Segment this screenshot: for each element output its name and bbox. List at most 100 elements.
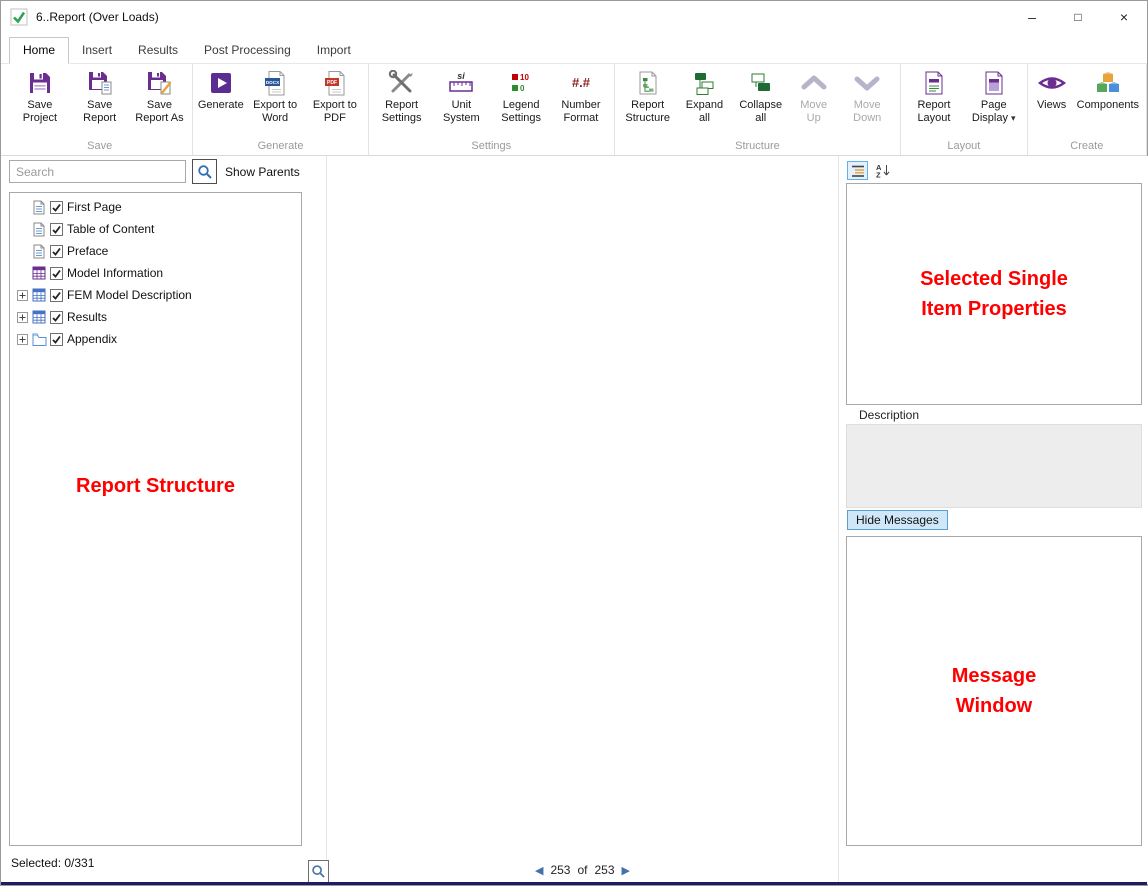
tree-item-appendix[interactable]: Appendix: [10, 328, 301, 350]
expand-all-label: Expand all: [682, 99, 728, 125]
minimize-button[interactable]: –: [1009, 1, 1055, 33]
checkbox[interactable]: [48, 333, 65, 346]
page-of-label: of: [577, 863, 587, 877]
save-report-label: Save Report: [74, 99, 126, 125]
report-layout-icon: [921, 67, 947, 99]
report-settings-button[interactable]: Report Settings: [372, 64, 432, 139]
tree-item-first-page[interactable]: First Page: [10, 196, 301, 218]
tab-home[interactable]: Home: [9, 37, 69, 64]
generate-button[interactable]: Generate: [196, 64, 245, 139]
checkbox[interactable]: [48, 223, 65, 236]
close-button[interactable]: ×: [1101, 1, 1147, 33]
hide-messages-button[interactable]: Hide Messages: [847, 510, 948, 530]
move-down-label: Move Down: [841, 99, 893, 125]
folder-icon: [30, 333, 48, 346]
checkbox[interactable]: [48, 289, 65, 302]
tree-item-results[interactable]: Results: [10, 306, 301, 328]
tree-item-model-information[interactable]: Model Information: [10, 262, 301, 284]
page-display-text: Page Display: [972, 99, 1008, 124]
expand-plus-icon[interactable]: [14, 290, 30, 301]
report-preview-area: ◀ 253 of 253 ▶: [326, 156, 839, 884]
alphabetical-sort-button[interactable]: AZ: [872, 161, 893, 180]
tools-icon: [388, 67, 416, 99]
titlebar: 6..Report (Over Loads) – □ ×: [1, 1, 1147, 33]
svg-text:PDF: PDF: [327, 79, 337, 85]
views-button[interactable]: Views: [1031, 64, 1073, 139]
tab-post-processing[interactable]: Post Processing: [191, 38, 304, 63]
report-layout-button[interactable]: Report Layout: [904, 64, 964, 139]
checkbox[interactable]: [48, 267, 65, 280]
move-up-button[interactable]: Move Up: [790, 64, 837, 139]
save-icon: [27, 67, 53, 99]
checkbox[interactable]: [48, 201, 65, 214]
save-report-button[interactable]: Save Report: [70, 64, 130, 139]
legend-icon: 100: [508, 67, 534, 99]
tab-insert[interactable]: Insert: [69, 38, 125, 63]
page-display-button[interactable]: Page Display ▾: [964, 64, 1024, 139]
search-icon: [197, 164, 213, 180]
group-label-create: Create: [1031, 139, 1143, 155]
components-button[interactable]: Components: [1073, 64, 1143, 139]
selection-status: Selected: 0/331: [11, 856, 94, 870]
search-input[interactable]: [9, 160, 186, 183]
tab-results[interactable]: Results: [125, 38, 191, 63]
message-window: Message Window: [846, 536, 1142, 846]
tree-item-label: Preface: [65, 244, 108, 258]
message-annotation-line1: Message: [952, 661, 1037, 691]
prev-page-icon[interactable]: ◀: [535, 864, 543, 877]
number-format-icon: #.#: [566, 67, 596, 99]
save-report-as-button[interactable]: Save Report As: [130, 64, 190, 139]
table-icon: [30, 288, 48, 302]
app-icon: [10, 8, 28, 26]
group-label-layout: Layout: [904, 139, 1024, 155]
move-down-button[interactable]: Move Down: [837, 64, 897, 139]
unit-system-button[interactable]: si Unit System: [431, 64, 491, 139]
ribbon-tab-row: Home Insert Results Post Processing Impo…: [1, 33, 1147, 64]
save-project-label: Save Project: [14, 99, 66, 125]
move-up-label: Move Up: [794, 99, 833, 125]
word-file-icon: DOCX: [262, 67, 288, 99]
page-current: 253: [550, 863, 570, 877]
dropdown-caret-icon: ▾: [1011, 113, 1016, 123]
number-format-button[interactable]: #.# Number Format: [551, 64, 611, 139]
tree-item-preface[interactable]: Preface: [10, 240, 301, 262]
expand-all-button[interactable]: Expand all: [678, 64, 732, 139]
tree-item-table-of-content[interactable]: Table of Content: [10, 218, 301, 240]
categorized-view-button[interactable]: [847, 161, 868, 180]
window-bottom-edge: [1, 882, 1147, 885]
ribbon-group-layout: Report Layout Page Display ▾ Layout: [901, 64, 1028, 155]
zoom-button[interactable]: [308, 860, 329, 883]
ribbon-group-generate: Generate DOCX Export to Word PDF Export …: [193, 64, 368, 155]
expand-plus-icon[interactable]: [14, 334, 30, 345]
export-pdf-button[interactable]: PDF Export to PDF: [305, 64, 365, 139]
ruler-icon: si: [447, 67, 475, 99]
report-settings-label: Report Settings: [376, 99, 428, 125]
save-report-icon: [87, 67, 113, 99]
expand-plus-icon[interactable]: [14, 312, 30, 323]
maximize-button[interactable]: □: [1055, 1, 1101, 33]
report-structure-icon: [635, 67, 661, 99]
collapse-all-icon: [748, 67, 774, 99]
show-parents-label[interactable]: Show Parents: [225, 165, 300, 179]
legend-settings-button[interactable]: 100 Legend Settings: [491, 64, 551, 139]
svg-text:10: 10: [520, 73, 529, 82]
group-label-generate: Generate: [196, 139, 364, 155]
next-page-icon[interactable]: ▶: [622, 864, 630, 877]
tab-import[interactable]: Import: [304, 38, 364, 63]
tree-item-label: Table of Content: [65, 222, 154, 236]
group-label-structure: Structure: [618, 139, 897, 155]
svg-text:DOCX: DOCX: [266, 79, 280, 84]
number-format-label: Number Format: [555, 99, 607, 125]
report-structure-button[interactable]: Report Structure: [618, 64, 678, 139]
search-button[interactable]: [192, 159, 217, 184]
export-word-button[interactable]: DOCX Export to Word: [245, 64, 305, 139]
collapse-all-button[interactable]: Collapse all: [731, 64, 790, 139]
tree-item-fem-model-description[interactable]: FEM Model Description: [10, 284, 301, 306]
tree-item-label: FEM Model Description: [65, 288, 192, 302]
save-project-button[interactable]: Save Project: [10, 64, 70, 139]
checkbox[interactable]: [48, 245, 65, 258]
checkbox[interactable]: [48, 311, 65, 324]
description-label: Description: [859, 408, 919, 422]
components-label: Components: [1077, 99, 1139, 112]
property-grid: Selected Single Item Properties: [846, 183, 1142, 405]
